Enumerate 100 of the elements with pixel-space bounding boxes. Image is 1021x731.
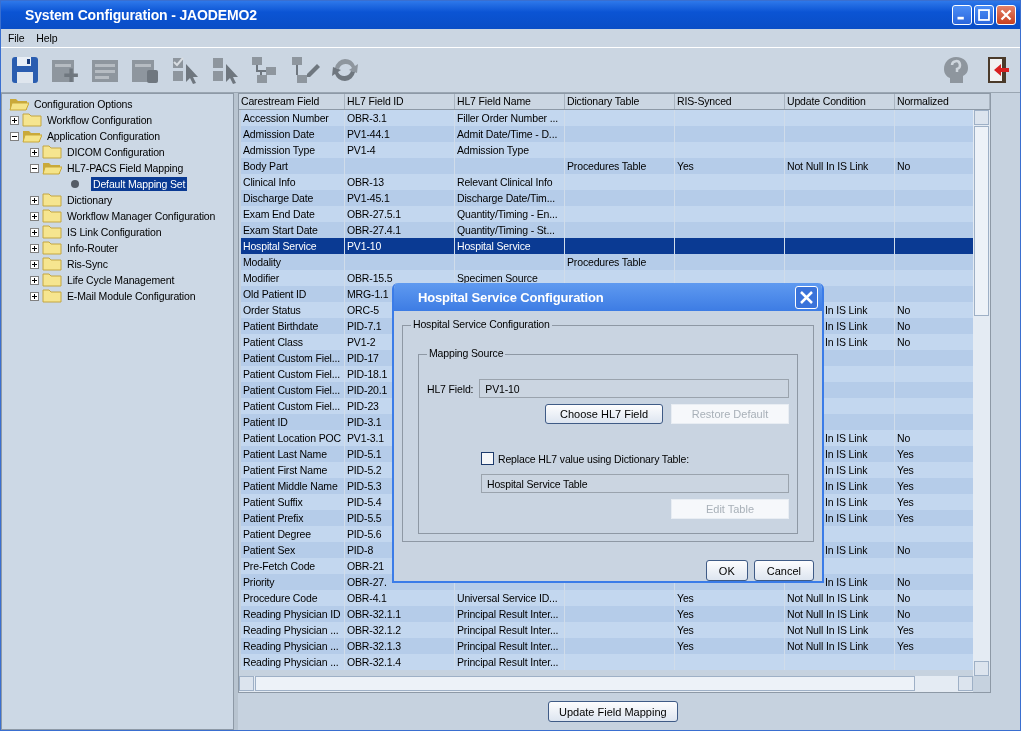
table-cell: Priority — [243, 576, 275, 588]
save-icon[interactable] — [9, 54, 41, 86]
table-cell: Reading Physician ID — [243, 608, 341, 620]
table-cell: In IS Link — [825, 512, 868, 524]
tree-item[interactable]: DICOM Configuration — [65, 145, 167, 159]
table-cell: No — [897, 544, 911, 556]
table-cell: Procedures Table — [567, 256, 647, 268]
update-field-mapping-button[interactable]: Update Field Mapping — [548, 701, 678, 722]
table-cell: Patient ID — [243, 416, 288, 428]
table-cell: Old Patient ID — [243, 288, 307, 300]
close-icon[interactable] — [795, 285, 818, 309]
folder-icon — [42, 145, 62, 159]
folder-icon — [42, 193, 62, 207]
tree-item[interactable]: Workflow Configuration — [45, 113, 155, 127]
dialog-title: Hospital Service Configuration — [418, 289, 605, 305]
table-cell: No — [897, 592, 911, 604]
table-cell: Modifier — [243, 272, 280, 284]
table-cell: In IS Link — [825, 576, 868, 588]
tree-item[interactable]: Workflow Manager Configuration — [65, 209, 218, 223]
table-cell: OBR-15.5 — [347, 272, 393, 284]
table-cell: Patient Sex — [243, 544, 296, 556]
column-header[interactable]: Normalized — [895, 94, 990, 109]
group-title: Hospital Service Configuration — [411, 318, 552, 330]
folder-icon — [22, 113, 42, 127]
column-header[interactable]: Dictionary Table — [565, 94, 675, 109]
menu-item[interactable]: File — [5, 32, 28, 44]
table-cell: Yes — [677, 640, 694, 652]
tree-item[interactable]: Info-Router — [65, 241, 120, 255]
checkbox[interactable] — [481, 452, 494, 465]
tree-item[interactable]: Application Configuration — [45, 129, 162, 143]
table-cell: Order Status — [243, 304, 301, 316]
hl7-field[interactable]: PV1-10 — [479, 379, 789, 398]
table-cell: Patient Custom Fiel... — [243, 400, 341, 412]
collapse-icon[interactable] — [10, 131, 19, 141]
table-cell: PID-5.2 — [347, 464, 382, 476]
table-cell: Admission Date — [243, 128, 315, 140]
table-cell: Patient Class — [243, 336, 303, 348]
column-header[interactable]: Carestream Field — [239, 94, 345, 109]
table-cell: OBR-27. — [347, 576, 387, 588]
table-cell: Reading Physician ... — [243, 624, 339, 636]
column-header[interactable]: HL7 Field Name — [455, 94, 565, 109]
horizontal-scrollbar[interactable] — [239, 676, 973, 692]
ok-button[interactable]: OK — [705, 560, 748, 581]
table-cell: Principal Result Inter... — [457, 656, 559, 668]
table-cell: Patient Degree — [243, 528, 311, 540]
table-cell: In IS Link — [825, 448, 868, 460]
menu-item[interactable]: Help — [33, 32, 61, 44]
expand-icon[interactable] — [10, 115, 19, 125]
column-header[interactable]: HL7 Field ID — [345, 94, 455, 109]
column-header[interactable]: Update Condition — [785, 94, 895, 109]
tree-item[interactable]: Configuration Options — [32, 97, 135, 111]
tree-item[interactable]: IS Link Configuration — [65, 225, 164, 239]
table-cell: PID-5.3 — [347, 480, 382, 492]
open-folder-icon — [42, 161, 62, 175]
dictionary-table-field[interactable]: Hospital Service Table — [481, 474, 789, 493]
table-cell: PID-7.1 — [347, 320, 382, 332]
minimize-icon[interactable] — [952, 5, 972, 25]
bullet-icon — [70, 179, 80, 189]
table-cell: ORC-5 — [347, 304, 379, 316]
table-cell: Reading Physician ... — [243, 640, 339, 652]
table-cell: Admission Type — [243, 144, 315, 156]
table-cell: Yes — [897, 464, 914, 476]
table-cell: Patient Suffix — [243, 496, 303, 508]
close-icon[interactable] — [996, 5, 1016, 25]
open-folder-icon — [22, 129, 42, 143]
column-header[interactable]: RIS-Synced — [675, 94, 785, 109]
table-cell: Hospital Service — [243, 240, 317, 252]
table-cell: Exam Start Date — [243, 224, 318, 236]
tree-item[interactable]: Dictionary — [65, 193, 115, 207]
tree-item[interactable]: Life Cycle Management — [65, 273, 177, 287]
table-cell: In IS Link — [825, 304, 868, 316]
table-cell: No — [897, 336, 911, 348]
tree-item[interactable]: Ris-Sync — [65, 257, 110, 271]
table-cell: PID-17 — [347, 352, 379, 364]
table-cell: Discharge Date — [243, 192, 314, 204]
tree-item[interactable]: HL7-PACS Field Mapping — [65, 161, 186, 175]
cancel-button[interactable]: Cancel — [753, 560, 814, 581]
table-cell: PV1-3.1 — [347, 432, 384, 444]
tree-item[interactable]: Default Mapping Set — [91, 177, 188, 191]
vertical-scrollbar[interactable] — [973, 110, 990, 676]
table-cell: PV1-45.1 — [347, 192, 390, 204]
table-cell: Admit Date/Time - D... — [457, 128, 558, 140]
maximize-icon[interactable] — [974, 5, 994, 25]
table-cell: Yes — [677, 624, 694, 636]
table-cell: PID-23 — [347, 400, 379, 412]
table-cell: Accession Number — [243, 112, 329, 124]
table-cell: Not Null In IS Link — [787, 624, 869, 636]
table-cell: Patient Custom Fiel... — [243, 352, 341, 364]
table-cell: Not Null In IS Link — [787, 608, 869, 620]
table-cell: In IS Link — [825, 336, 868, 348]
table-cell: OBR-13 — [347, 176, 385, 188]
table-cell: Not Null In IS Link — [787, 640, 869, 652]
expand-icon[interactable] — [30, 147, 39, 157]
collapse-icon[interactable] — [30, 163, 39, 173]
tree-item[interactable]: E-Mail Module Configuration — [65, 289, 198, 303]
table-cell: Discharge Date/Tim... — [457, 192, 555, 204]
table-cell: In IS Link — [825, 480, 868, 492]
table-cell: OBR-21 — [347, 560, 385, 572]
choose-field-button[interactable]: Choose HL7 Field — [545, 404, 663, 424]
table-cell: Patient Prefix — [243, 512, 304, 524]
